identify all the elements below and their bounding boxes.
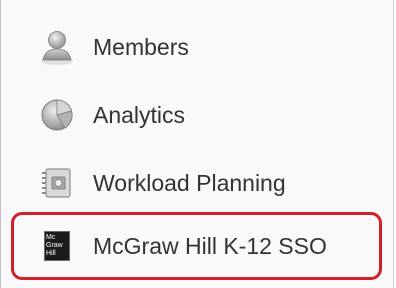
person-icon — [37, 27, 77, 67]
menu-item-label: Analytics — [93, 102, 186, 128]
menu-item-label: Members — [93, 34, 189, 60]
menu-item-label: Workload Planning — [93, 170, 286, 196]
menu-item-mcgraw-hill-sso[interactable]: Mc Graw Hill McGraw Hill K-12 SSO — [11, 212, 382, 280]
mcgraw-hill-logo-icon: Mc Graw Hill — [37, 226, 77, 266]
menu-item-workload-planning[interactable]: Workload Planning — [1, 152, 393, 214]
mcgraw-hill-logo: Mc Graw Hill — [44, 231, 70, 261]
logo-text-line: Graw — [46, 242, 63, 249]
logo-text-line: Mc — [46, 234, 56, 241]
logo-text-line: Hill — [46, 250, 56, 257]
sidebar-menu: Members Analytics Workload Planning Mc G… — [0, 0, 394, 288]
menu-item-analytics[interactable]: Analytics — [1, 84, 393, 146]
planner-icon — [37, 163, 77, 203]
menu-item-members[interactable]: Members — [1, 16, 393, 78]
menu-item-label: McGraw Hill K-12 SSO — [93, 233, 327, 259]
pie-chart-icon — [37, 95, 77, 135]
